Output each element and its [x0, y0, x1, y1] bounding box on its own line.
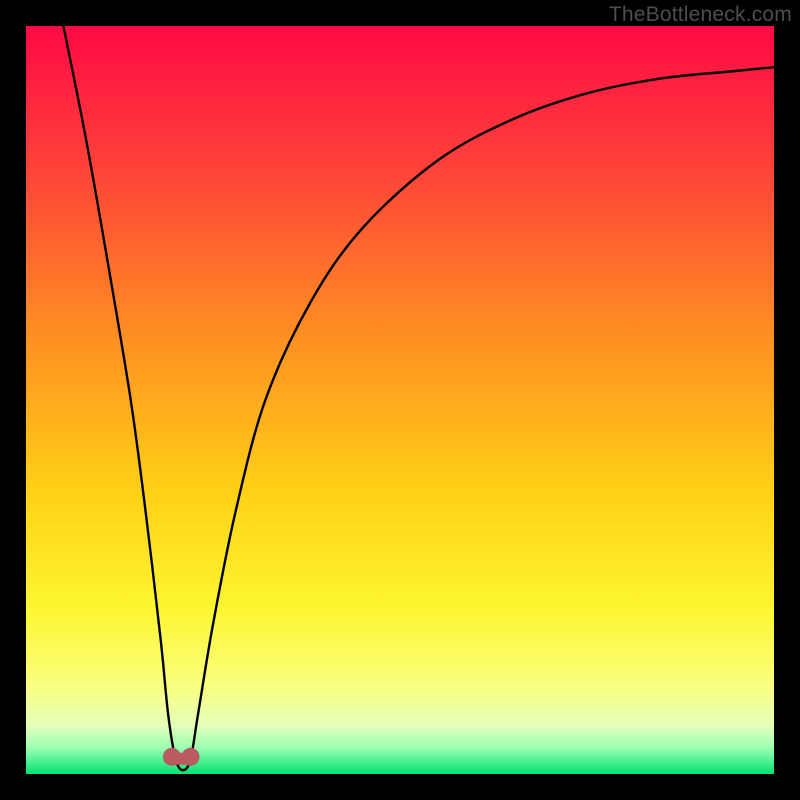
marker-min-right [182, 748, 200, 766]
gradient-background [26, 26, 774, 774]
watermark-text: TheBottleneck.com [609, 3, 792, 27]
plot-frame [26, 26, 774, 774]
bottleneck-chart [26, 26, 774, 774]
marker-min-left [163, 748, 181, 766]
